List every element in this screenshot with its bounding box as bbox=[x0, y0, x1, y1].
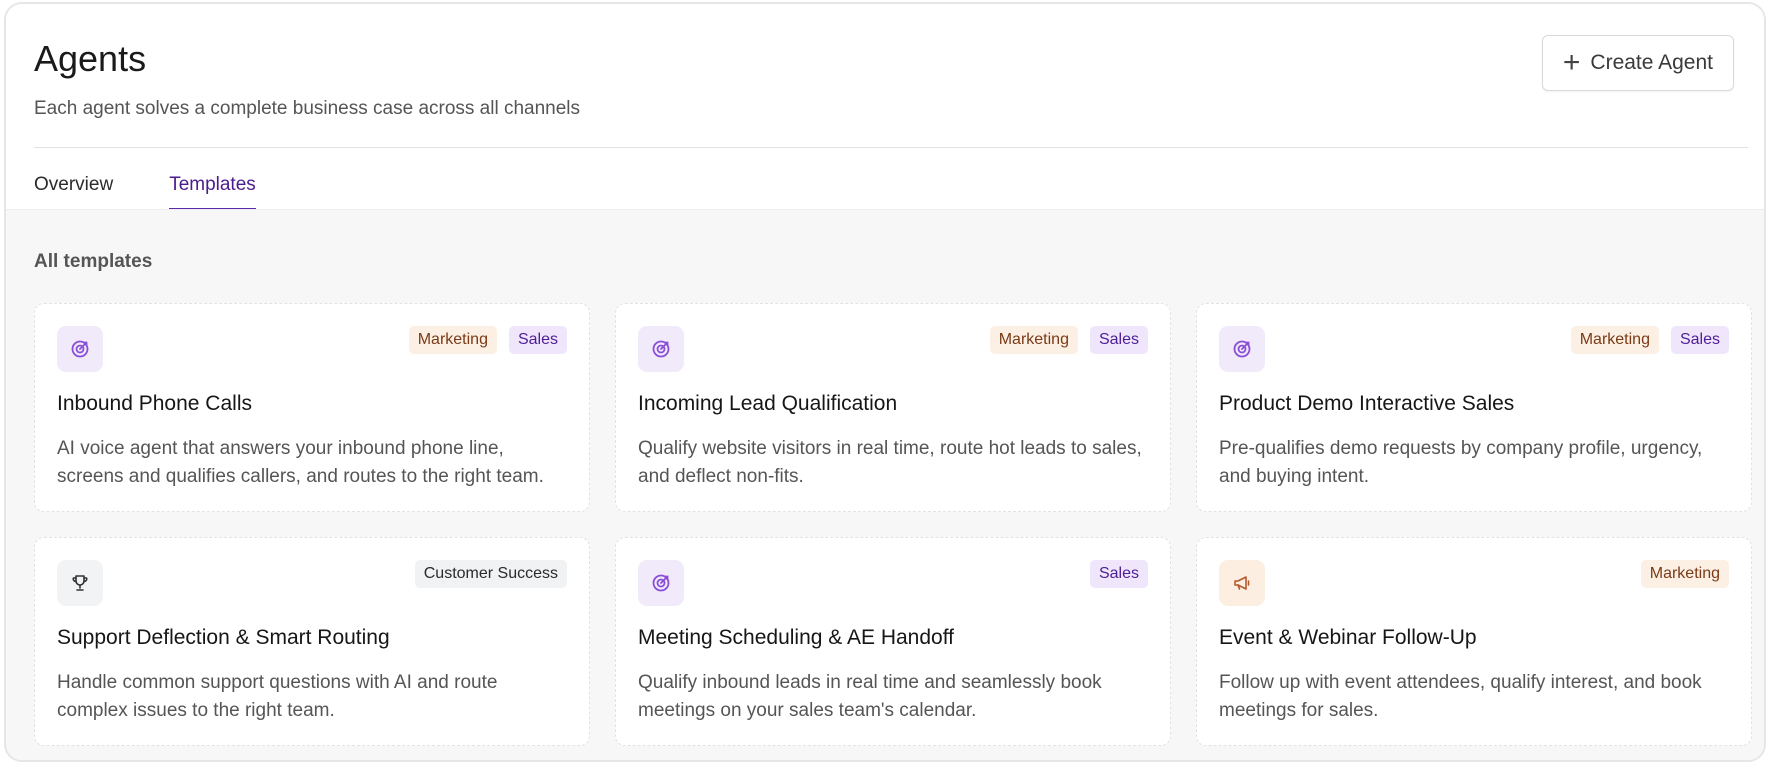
page-title: Agents bbox=[34, 38, 147, 79]
badge-group: Marketing Sales bbox=[989, 326, 1148, 354]
section-title: All templates bbox=[34, 251, 153, 272]
create-agent-label: Create Agent bbox=[1590, 51, 1713, 74]
badge-group: Marketing bbox=[1640, 560, 1729, 588]
card-title: Incoming Lead Qualification bbox=[638, 392, 898, 415]
card-description: Qualify inbound leads in real time and s… bbox=[638, 672, 1102, 721]
badge-marketing: Marketing bbox=[989, 326, 1078, 354]
template-grid: Marketing Sales Inbound Phone Calls AI v… bbox=[34, 303, 1752, 746]
card-title: Event & Webinar Follow-Up bbox=[1219, 626, 1477, 649]
tab-overview[interactable]: Overview bbox=[34, 174, 113, 211]
tab-templates[interactable]: Templates bbox=[169, 174, 256, 211]
agents-panel: Agents Each agent solves a complete busi… bbox=[4, 2, 1766, 762]
target-icon bbox=[57, 326, 103, 372]
target-icon bbox=[1219, 326, 1265, 372]
badge-group: Marketing Sales bbox=[408, 326, 567, 354]
create-agent-button[interactable]: + Create Agent bbox=[1541, 35, 1734, 91]
badge-group: Marketing Sales bbox=[1570, 326, 1729, 354]
page-header: Agents Each agent solves a complete busi… bbox=[6, 4, 1764, 211]
badge-sales: Sales bbox=[508, 326, 567, 354]
card-description: Handle common support questions with AI … bbox=[57, 672, 498, 721]
page-subtitle: Each agent solves a complete business ca… bbox=[34, 98, 581, 119]
card-description: AI voice agent that answers your inbound… bbox=[57, 438, 544, 487]
card-description: Pre-qualifies demo requests by company p… bbox=[1219, 438, 1703, 487]
template-card-event-webinar[interactable]: Marketing Event & Webinar Follow-Up Foll… bbox=[1196, 537, 1752, 746]
card-title: Inbound Phone Calls bbox=[57, 392, 252, 415]
badge-customer-success: Customer Success bbox=[414, 560, 567, 588]
template-card-incoming-lead-qualification[interactable]: Marketing Sales Incoming Lead Qualificat… bbox=[615, 303, 1171, 512]
badge-group: Sales bbox=[1089, 560, 1148, 588]
badge-marketing: Marketing bbox=[1640, 560, 1729, 588]
card-description: Qualify website visitors in real time, r… bbox=[638, 438, 1142, 487]
badge-marketing: Marketing bbox=[1570, 326, 1659, 354]
header-divider bbox=[34, 147, 1748, 148]
template-card-meeting-scheduling[interactable]: Sales Meeting Scheduling & AE Handoff Qu… bbox=[615, 537, 1171, 746]
trophy-icon bbox=[57, 560, 103, 606]
templates-content: All templates Marketing Sales Inbound Ph… bbox=[6, 209, 1764, 760]
card-description: Follow up with event attendees, qualify … bbox=[1219, 672, 1702, 721]
template-card-support-deflection[interactable]: Customer Success Support Deflection & Sm… bbox=[34, 537, 590, 746]
badge-sales: Sales bbox=[1089, 326, 1148, 354]
card-title: Support Deflection & Smart Routing bbox=[57, 626, 390, 649]
badge-marketing: Marketing bbox=[408, 326, 497, 354]
card-title: Product Demo Interactive Sales bbox=[1219, 392, 1515, 415]
target-icon bbox=[638, 326, 684, 372]
badge-sales: Sales bbox=[1670, 326, 1729, 354]
card-title: Meeting Scheduling & AE Handoff bbox=[638, 626, 954, 649]
target-icon bbox=[638, 560, 684, 606]
tab-bar: Overview Templates bbox=[34, 174, 256, 211]
badge-group: Customer Success bbox=[414, 560, 567, 588]
template-card-product-demo[interactable]: Marketing Sales Product Demo Interactive… bbox=[1196, 303, 1752, 512]
badge-sales: Sales bbox=[1089, 560, 1148, 588]
plus-icon: + bbox=[1562, 46, 1581, 79]
template-card-inbound-phone-calls[interactable]: Marketing Sales Inbound Phone Calls AI v… bbox=[34, 303, 590, 512]
megaphone-icon bbox=[1219, 560, 1265, 606]
